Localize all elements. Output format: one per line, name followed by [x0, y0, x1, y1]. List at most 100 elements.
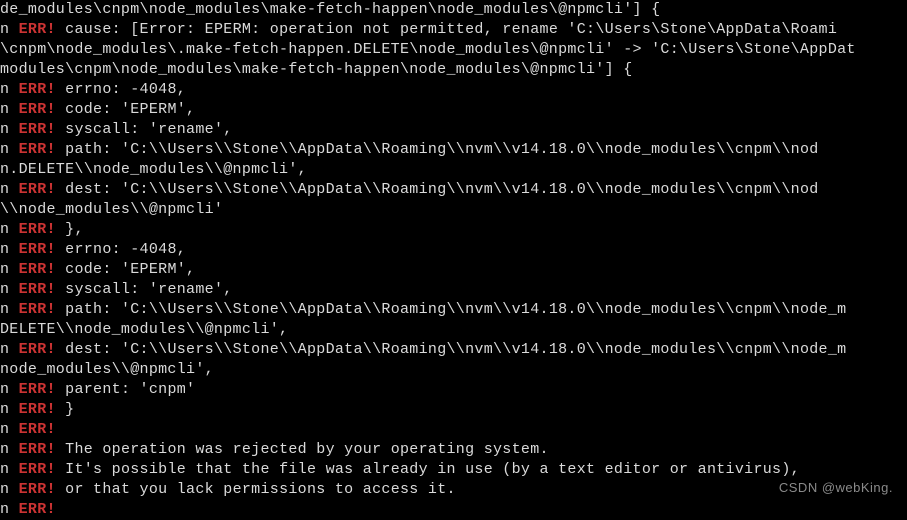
separator: [56, 481, 65, 498]
terminal-line: n ERR! },: [0, 220, 907, 240]
line-prefix: n: [0, 281, 19, 298]
terminal-line: n ERR! syscall: 'rename',: [0, 280, 907, 300]
separator: [56, 261, 65, 278]
line-text: \\node_modules\\@npmcli': [0, 201, 223, 218]
watermark-label: CSDN @webKing.: [779, 478, 893, 498]
separator: [56, 401, 65, 418]
terminal-line: n ERR!: [0, 420, 907, 440]
terminal-line: DELETE\\node_modules\\@npmcli',: [0, 320, 907, 340]
line-text: DELETE\\node_modules\\@npmcli',: [0, 321, 288, 338]
terminal-line: \cnpm\node_modules\.make-fetch-happen.DE…: [0, 40, 907, 60]
terminal-line: de_modules\cnpm\node_modules\make-fetch-…: [0, 0, 907, 20]
line-prefix: n: [0, 501, 19, 518]
separator: [56, 141, 65, 158]
error-label: ERR!: [19, 261, 56, 278]
terminal-line: n ERR! syscall: 'rename',: [0, 120, 907, 140]
terminal-line: n ERR! }: [0, 400, 907, 420]
terminal-line: n ERR! code: 'EPERM',: [0, 100, 907, 120]
line-prefix: n: [0, 441, 19, 458]
line-text: The operation was rejected by your opera…: [65, 441, 549, 458]
separator: [56, 21, 65, 38]
terminal-line: n ERR! cause: [Error: EPERM: operation n…: [0, 20, 907, 40]
line-text: It's possible that the file was already …: [65, 461, 800, 478]
error-label: ERR!: [19, 181, 56, 198]
error-label: ERR!: [19, 341, 56, 358]
line-prefix: n: [0, 381, 19, 398]
line-text: errno: -4048,: [65, 81, 186, 98]
terminal-line: modules\cnpm\node_modules\make-fetch-hap…: [0, 60, 907, 80]
line-prefix: n: [0, 261, 19, 278]
line-prefix: n: [0, 221, 19, 238]
line-text: n.DELETE\\node_modules\\@npmcli',: [0, 161, 307, 178]
line-prefix: n: [0, 301, 19, 318]
line-prefix: n: [0, 401, 19, 418]
separator: [56, 121, 65, 138]
error-label: ERR!: [19, 441, 56, 458]
error-label: ERR!: [19, 81, 56, 98]
line-text: syscall: 'rename',: [65, 121, 232, 138]
error-label: ERR!: [19, 241, 56, 258]
line-text: node_modules\\@npmcli',: [0, 361, 214, 378]
line-text: parent: 'cnpm': [65, 381, 195, 398]
terminal-line: n ERR! dest: 'C:\\Users\\Stone\\AppData\…: [0, 340, 907, 360]
terminal-output: de_modules\cnpm\node_modules\make-fetch-…: [0, 0, 907, 520]
error-label: ERR!: [19, 141, 56, 158]
error-label: ERR!: [19, 101, 56, 118]
separator: [56, 221, 65, 238]
error-label: ERR!: [19, 461, 56, 478]
separator: [56, 381, 65, 398]
line-text: or that you lack permissions to access i…: [65, 481, 456, 498]
error-label: ERR!: [19, 401, 56, 418]
line-text: code: 'EPERM',: [65, 261, 195, 278]
terminal-line: n.DELETE\\node_modules\\@npmcli',: [0, 160, 907, 180]
error-label: ERR!: [19, 381, 56, 398]
separator: [56, 301, 65, 318]
line-prefix: n: [0, 141, 19, 158]
line-text: path: 'C:\\Users\\Stone\\AppData\\Roamin…: [65, 141, 818, 158]
error-label: ERR!: [19, 481, 56, 498]
line-text: dest: 'C:\\Users\\Stone\\AppData\\Roamin…: [65, 181, 818, 198]
line-prefix: n: [0, 241, 19, 258]
line-text: }: [65, 401, 74, 418]
line-text: de_modules\cnpm\node_modules\make-fetch-…: [0, 1, 660, 18]
line-prefix: n: [0, 21, 19, 38]
line-prefix: n: [0, 81, 19, 98]
line-prefix: n: [0, 421, 19, 438]
terminal-line: n ERR! code: 'EPERM',: [0, 260, 907, 280]
line-prefix: n: [0, 481, 19, 498]
line-text: errno: -4048,: [65, 241, 186, 258]
terminal-line: node_modules\\@npmcli',: [0, 360, 907, 380]
terminal-line: n ERR! It's possible that the file was a…: [0, 460, 907, 480]
line-prefix: n: [0, 181, 19, 198]
separator: [56, 341, 65, 358]
separator: [56, 241, 65, 258]
terminal-line: n ERR! dest: 'C:\\Users\\Stone\\AppData\…: [0, 180, 907, 200]
line-text: modules\cnpm\node_modules\make-fetch-hap…: [0, 61, 633, 78]
line-text: },: [65, 221, 84, 238]
error-label: ERR!: [19, 121, 56, 138]
line-text: syscall: 'rename',: [65, 281, 232, 298]
terminal-line: n ERR! path: 'C:\\Users\\Stone\\AppData\…: [0, 140, 907, 160]
error-label: ERR!: [19, 221, 56, 238]
separator: [56, 461, 65, 478]
error-label: ERR!: [19, 281, 56, 298]
terminal-line: n ERR!: [0, 500, 907, 520]
error-label: ERR!: [19, 301, 56, 318]
terminal-line: n ERR! parent: 'cnpm': [0, 380, 907, 400]
separator: [56, 181, 65, 198]
line-text: code: 'EPERM',: [65, 101, 195, 118]
terminal-line: n ERR! The operation was rejected by you…: [0, 440, 907, 460]
error-label: ERR!: [19, 21, 56, 38]
terminal-line: n ERR! errno: -4048,: [0, 240, 907, 260]
line-text: dest: 'C:\\Users\\Stone\\AppData\\Roamin…: [65, 341, 846, 358]
error-label: ERR!: [19, 421, 56, 438]
separator: [56, 441, 65, 458]
separator: [56, 101, 65, 118]
error-label: ERR!: [19, 501, 56, 518]
terminal-line: \\node_modules\\@npmcli': [0, 200, 907, 220]
terminal-line: n ERR! errno: -4048,: [0, 80, 907, 100]
line-text: cause: [Error: EPERM: operation not perm…: [65, 21, 837, 38]
terminal-line: n ERR! or that you lack permissions to a…: [0, 480, 907, 500]
line-prefix: n: [0, 461, 19, 478]
line-text: path: 'C:\\Users\\Stone\\AppData\\Roamin…: [65, 301, 846, 318]
